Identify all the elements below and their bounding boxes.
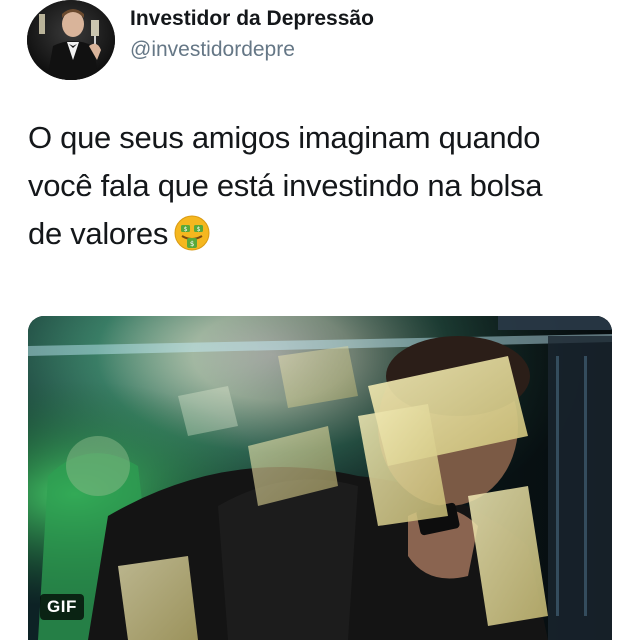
author-display-name[interactable]: Investidor da Depressão [130,7,374,31]
tweet-text-line: O que seus amigos imaginam quando [28,120,541,155]
tweet-text: O que seus amigos imaginam quando você f… [28,114,618,258]
avatar-image [27,0,115,80]
svg-text:$: $ [190,240,194,248]
svg-text:$: $ [197,226,201,233]
svg-text:$: $ [184,226,188,233]
tweet-text-line-text: de valores [28,216,169,251]
avatar[interactable] [27,0,115,80]
tweet-text-line: você fala que está investindo na bolsa [28,168,543,203]
author-handle[interactable]: @investidordepre [130,38,295,62]
tweet-media[interactable]: GIF [28,316,612,640]
gif-frame [28,316,612,640]
gif-badge: GIF [40,594,84,620]
tweet-text-line: de valores $ $ $ [28,210,618,258]
money-mouth-face-icon: $ $ $ [174,215,210,251]
